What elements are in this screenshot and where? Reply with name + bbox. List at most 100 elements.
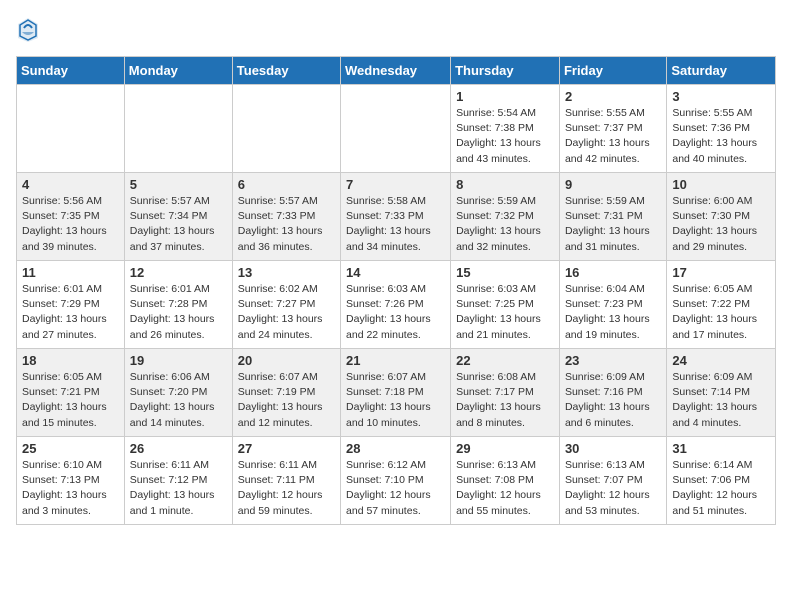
day-number: 28 <box>346 441 445 456</box>
day-detail: Sunrise: 6:11 AM Sunset: 7:12 PM Dayligh… <box>130 458 227 519</box>
calendar-cell: 25Sunrise: 6:10 AM Sunset: 7:13 PM Dayli… <box>17 437 125 525</box>
calendar-cell: 18 Sunrise: 6:05 AM Sunset: 7:21 PM Dayli… <box>17 349 125 437</box>
day-detail: Sunrise: 5:55 AM Sunset: 7:36 PM Dayligh… <box>672 106 770 167</box>
calendar-cell: 26Sunrise: 6:11 AM Sunset: 7:12 PM Dayli… <box>124 437 232 525</box>
page-header <box>16 16 776 44</box>
calendar-header-row: SundayMondayTuesdayWednesdayThursdayFrid… <box>17 57 776 85</box>
calendar-week-row: 18 Sunrise: 6:05 AM Sunset: 7:21 PM Dayli… <box>17 349 776 437</box>
day-number: 29 <box>456 441 554 456</box>
day-number: 9 <box>565 177 661 192</box>
day-detail: Sunrise: 5:55 AM Sunset: 7:37 PM Dayligh… <box>565 106 661 167</box>
day-number: 5 <box>130 177 227 192</box>
day-number: 10 <box>672 177 770 192</box>
calendar-table: SundayMondayTuesdayWednesdayThursdayFrid… <box>16 56 776 525</box>
calendar-week-row: 11Sunrise: 6:01 AM Sunset: 7:29 PM Dayli… <box>17 261 776 349</box>
day-number: 16 <box>565 265 661 280</box>
calendar-cell: 13Sunrise: 6:02 AM Sunset: 7:27 PM Dayli… <box>232 261 340 349</box>
day-detail: Sunrise: 6:04 AM Sunset: 7:23 PM Dayligh… <box>565 282 661 343</box>
day-detail: Sunrise: 6:13 AM Sunset: 7:08 PM Dayligh… <box>456 458 554 519</box>
calendar-cell: 23 Sunrise: 6:09 AM Sunset: 7:16 PM Dayli… <box>559 349 666 437</box>
calendar-cell: 6Sunrise: 5:57 AM Sunset: 7:33 PM Daylig… <box>232 173 340 261</box>
logo <box>16 16 44 44</box>
day-number: 22 <box>456 353 554 368</box>
day-number: 8 <box>456 177 554 192</box>
day-detail: Sunrise: 5:58 AM Sunset: 7:33 PM Dayligh… <box>346 194 445 255</box>
calendar-cell: 11Sunrise: 6:01 AM Sunset: 7:29 PM Dayli… <box>17 261 125 349</box>
calendar-cell: 29 Sunrise: 6:13 AM Sunset: 7:08 PM Dayli… <box>451 437 560 525</box>
day-detail: Sunrise: 6:08 AM Sunset: 7:17 PM Dayligh… <box>456 370 554 431</box>
day-number: 1 <box>456 89 554 104</box>
calendar-cell: 22 Sunrise: 6:08 AM Sunset: 7:17 PM Dayli… <box>451 349 560 437</box>
day-detail: Sunrise: 6:01 AM Sunset: 7:29 PM Dayligh… <box>22 282 119 343</box>
day-number: 18 <box>22 353 119 368</box>
day-detail: Sunrise: 5:59 AM Sunset: 7:31 PM Dayligh… <box>565 194 661 255</box>
day-number: 30 <box>565 441 661 456</box>
calendar-cell: 17 Sunrise: 6:05 AM Sunset: 7:22 PM Dayli… <box>667 261 776 349</box>
calendar-cell: 14 Sunrise: 6:03 AM Sunset: 7:26 PM Dayli… <box>341 261 451 349</box>
calendar-cell: 7 Sunrise: 5:58 AM Sunset: 7:33 PM Daylig… <box>341 173 451 261</box>
day-detail: Sunrise: 6:03 AM Sunset: 7:25 PM Dayligh… <box>456 282 554 343</box>
day-detail: Sunrise: 6:13 AM Sunset: 7:07 PM Dayligh… <box>565 458 661 519</box>
calendar-cell: 21 Sunrise: 6:07 AM Sunset: 7:18 PM Dayli… <box>341 349 451 437</box>
day-number: 3 <box>672 89 770 104</box>
day-detail: Sunrise: 6:11 AM Sunset: 7:11 PM Dayligh… <box>238 458 335 519</box>
day-number: 7 <box>346 177 445 192</box>
day-number: 21 <box>346 353 445 368</box>
calendar-cell: 5 Sunrise: 5:57 AM Sunset: 7:34 PM Daylig… <box>124 173 232 261</box>
day-detail: Sunrise: 5:59 AM Sunset: 7:32 PM Dayligh… <box>456 194 554 255</box>
calendar-week-row: 1Sunrise: 5:54 AM Sunset: 7:38 PM Daylig… <box>17 85 776 173</box>
day-detail: Sunrise: 6:10 AM Sunset: 7:13 PM Dayligh… <box>22 458 119 519</box>
day-detail: Sunrise: 6:09 AM Sunset: 7:16 PM Dayligh… <box>565 370 661 431</box>
calendar-cell: 20 Sunrise: 6:07 AM Sunset: 7:19 PM Dayli… <box>232 349 340 437</box>
day-number: 23 <box>565 353 661 368</box>
column-header-wednesday: Wednesday <box>341 57 451 85</box>
day-detail: Sunrise: 6:03 AM Sunset: 7:26 PM Dayligh… <box>346 282 445 343</box>
day-detail: Sunrise: 6:14 AM Sunset: 7:06 PM Dayligh… <box>672 458 770 519</box>
column-header-sunday: Sunday <box>17 57 125 85</box>
column-header-monday: Monday <box>124 57 232 85</box>
day-detail: Sunrise: 5:56 AM Sunset: 7:35 PM Dayligh… <box>22 194 119 255</box>
logo-icon <box>16 16 40 44</box>
day-detail: Sunrise: 6:07 AM Sunset: 7:19 PM Dayligh… <box>238 370 335 431</box>
day-detail: Sunrise: 6:07 AM Sunset: 7:18 PM Dayligh… <box>346 370 445 431</box>
column-header-tuesday: Tuesday <box>232 57 340 85</box>
calendar-cell: 8 Sunrise: 5:59 AM Sunset: 7:32 PM Daylig… <box>451 173 560 261</box>
calendar-cell: 10 Sunrise: 6:00 AM Sunset: 7:30 PM Dayli… <box>667 173 776 261</box>
day-number: 2 <box>565 89 661 104</box>
day-number: 20 <box>238 353 335 368</box>
calendar-cell: 1Sunrise: 5:54 AM Sunset: 7:38 PM Daylig… <box>451 85 560 173</box>
calendar-cell: 27 Sunrise: 6:11 AM Sunset: 7:11 PM Dayli… <box>232 437 340 525</box>
day-detail: Sunrise: 6:01 AM Sunset: 7:28 PM Dayligh… <box>130 282 227 343</box>
column-header-saturday: Saturday <box>667 57 776 85</box>
calendar-cell: 31Sunrise: 6:14 AM Sunset: 7:06 PM Dayli… <box>667 437 776 525</box>
day-number: 12 <box>130 265 227 280</box>
day-number: 4 <box>22 177 119 192</box>
calendar-cell <box>232 85 340 173</box>
calendar-cell: 16 Sunrise: 6:04 AM Sunset: 7:23 PM Dayli… <box>559 261 666 349</box>
day-detail: Sunrise: 6:05 AM Sunset: 7:22 PM Dayligh… <box>672 282 770 343</box>
calendar-cell: 12 Sunrise: 6:01 AM Sunset: 7:28 PM Dayli… <box>124 261 232 349</box>
calendar-cell: 24Sunrise: 6:09 AM Sunset: 7:14 PM Dayli… <box>667 349 776 437</box>
calendar-cell: 19Sunrise: 6:06 AM Sunset: 7:20 PM Dayli… <box>124 349 232 437</box>
day-number: 15 <box>456 265 554 280</box>
calendar-cell: 9 Sunrise: 5:59 AM Sunset: 7:31 PM Daylig… <box>559 173 666 261</box>
day-detail: Sunrise: 6:00 AM Sunset: 7:30 PM Dayligh… <box>672 194 770 255</box>
calendar-cell: 3 Sunrise: 5:55 AM Sunset: 7:36 PM Daylig… <box>667 85 776 173</box>
calendar-week-row: 4 Sunrise: 5:56 AM Sunset: 7:35 PM Daylig… <box>17 173 776 261</box>
day-number: 27 <box>238 441 335 456</box>
calendar-cell: 30 Sunrise: 6:13 AM Sunset: 7:07 PM Dayli… <box>559 437 666 525</box>
day-number: 14 <box>346 265 445 280</box>
day-detail: Sunrise: 5:57 AM Sunset: 7:33 PM Dayligh… <box>238 194 335 255</box>
day-detail: Sunrise: 6:05 AM Sunset: 7:21 PM Dayligh… <box>22 370 119 431</box>
day-detail: Sunrise: 6:12 AM Sunset: 7:10 PM Dayligh… <box>346 458 445 519</box>
calendar-cell: 4 Sunrise: 5:56 AM Sunset: 7:35 PM Daylig… <box>17 173 125 261</box>
day-number: 24 <box>672 353 770 368</box>
day-detail: Sunrise: 5:57 AM Sunset: 7:34 PM Dayligh… <box>130 194 227 255</box>
day-number: 17 <box>672 265 770 280</box>
calendar-cell: 15 Sunrise: 6:03 AM Sunset: 7:25 PM Dayli… <box>451 261 560 349</box>
calendar-cell <box>341 85 451 173</box>
day-detail: Sunrise: 6:06 AM Sunset: 7:20 PM Dayligh… <box>130 370 227 431</box>
column-header-friday: Friday <box>559 57 666 85</box>
calendar-cell <box>17 85 125 173</box>
column-header-thursday: Thursday <box>451 57 560 85</box>
